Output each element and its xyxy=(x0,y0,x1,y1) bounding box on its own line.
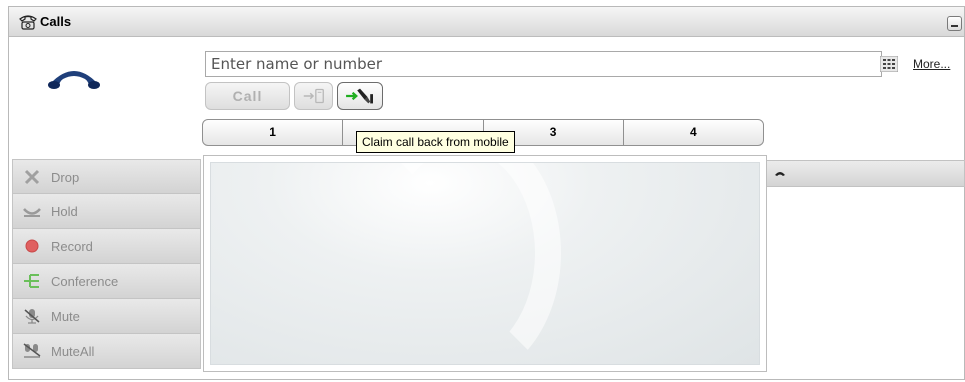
record-button[interactable]: Record xyxy=(12,229,201,264)
drop-button[interactable]: Drop xyxy=(12,159,201,194)
hold-label: Hold xyxy=(51,204,78,219)
drop-label: Drop xyxy=(51,170,80,185)
background-swirl xyxy=(361,163,561,364)
keypad-grid-icon[interactable] xyxy=(880,56,898,72)
mute-icon xyxy=(24,309,40,324)
conference-icon xyxy=(24,274,39,288)
tab-4[interactable]: 4 xyxy=(624,120,763,145)
tab-1[interactable]: 1 xyxy=(203,120,344,145)
mute-all-icon xyxy=(23,343,41,358)
call-button[interactable]: Call xyxy=(205,82,290,110)
call-header-strip xyxy=(767,160,965,187)
transfer-to-mobile-icon xyxy=(303,88,324,104)
hold-button[interactable]: Hold xyxy=(12,194,201,229)
drop-x-icon xyxy=(24,169,40,185)
mute-label: Mute xyxy=(51,309,80,324)
claim-call-back-button[interactable] xyxy=(337,82,383,110)
mute-all-label: MuteAll xyxy=(51,344,95,359)
panel-titlebar: Calls xyxy=(9,7,964,37)
claim-call-back-tooltip: Claim call back from mobile xyxy=(356,131,515,153)
transfer-to-mobile-button[interactable] xyxy=(294,82,333,110)
hold-icon xyxy=(23,208,41,217)
mute-button[interactable]: Mute xyxy=(12,299,201,334)
record-icon xyxy=(25,239,39,253)
minimize-button[interactable] xyxy=(947,16,962,31)
claim-call-back-icon xyxy=(346,88,373,104)
record-label: Record xyxy=(51,239,93,254)
dial-input[interactable] xyxy=(205,51,882,77)
call-actions-list: Drop Hold Record Conference Mute MuteAll xyxy=(12,159,201,369)
phone-handset-outline-icon xyxy=(19,15,37,30)
calls-list-background xyxy=(210,162,760,365)
mini-phone-icon xyxy=(775,172,785,176)
calls-display-area xyxy=(203,155,767,372)
more-link[interactable]: More... xyxy=(913,57,950,71)
panel-title: Calls xyxy=(40,14,72,29)
mute-all-button[interactable]: MuteAll xyxy=(12,334,201,369)
conference-label: Conference xyxy=(51,274,119,289)
conference-button[interactable]: Conference xyxy=(12,264,201,299)
phone-handset-icon xyxy=(48,71,100,89)
